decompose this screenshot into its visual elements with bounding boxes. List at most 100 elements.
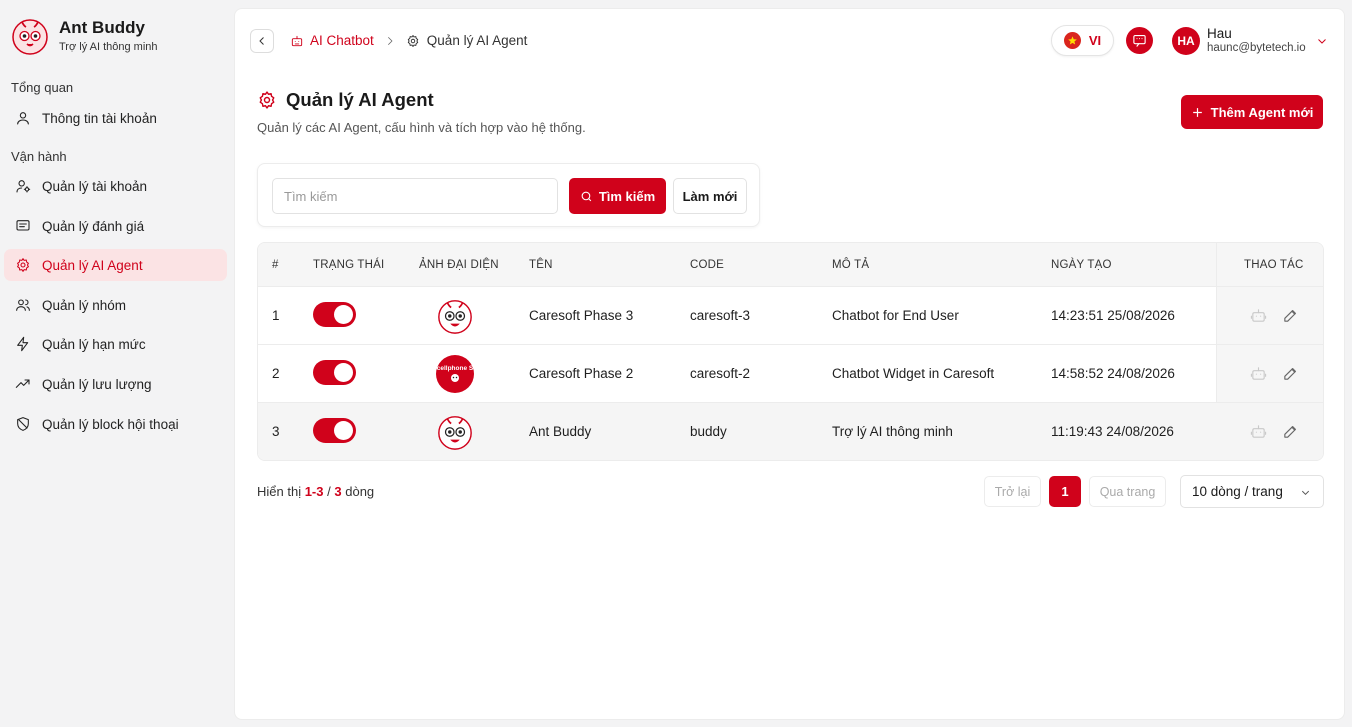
robot-icon[interactable]: [1250, 365, 1267, 385]
search-button-label: Tìm kiếm: [598, 188, 656, 204]
user-avatar[interactable]: HA: [1172, 27, 1200, 55]
sidebar-item-label: Quản lý tài khoản: [42, 178, 148, 194]
brand-subtitle: Trợ lý AI thông minh: [59, 41, 158, 53]
summary-separator: /: [327, 484, 331, 499]
table-row: 2 cellphone S Caresoft Phase 2 caresoft-…: [258, 345, 1323, 403]
row-code: caresoft-3: [690, 308, 751, 323]
gear-icon: [259, 91, 275, 109]
prev-page-button[interactable]: Trở lại: [984, 476, 1041, 507]
sidebar-item-ai-agent[interactable]: Quản lý AI Agent: [4, 249, 227, 281]
plus-icon: [1192, 107, 1202, 117]
message-square-icon: [14, 217, 32, 235]
page-title: Quản lý AI Agent: [286, 89, 434, 110]
brand-name: Ant Buddy: [59, 18, 145, 37]
add-agent-button[interactable]: Thêm Agent mới: [1181, 95, 1323, 129]
messages-button[interactable]: [1126, 27, 1153, 54]
sidebar-item-reviews[interactable]: Quản lý đánh giá: [4, 210, 227, 242]
row-description: Chatbot for End User: [832, 308, 959, 323]
status-toggle[interactable]: [313, 360, 356, 385]
cellphones-logo-text: cellphone S: [436, 365, 474, 372]
table-row: 1 Caresoft Phase 3 caresoft-3 Chatbot fo…: [258, 287, 1323, 345]
edit-icon[interactable]: [1282, 365, 1299, 385]
sidebar-item-label: Quản lý hạn mức: [42, 336, 146, 352]
user-name[interactable]: Hau: [1207, 26, 1232, 41]
col-code: CODE: [690, 259, 725, 271]
row-name: Ant Buddy: [529, 424, 592, 439]
user-email: haunc@bytetech.io: [1207, 42, 1306, 54]
row-index: 1: [272, 308, 280, 323]
sidebar-item-traffic[interactable]: Quản lý lưu lượng: [4, 368, 227, 400]
ant-mascot-avatar: [438, 416, 472, 450]
chevron-down-icon[interactable]: [1316, 35, 1328, 50]
sidebar-item-label: Quản lý nhóm: [42, 297, 127, 313]
search-button[interactable]: Tìm kiếm: [569, 178, 666, 214]
sidebar-item-quota[interactable]: Quản lý hạn mức: [4, 328, 227, 360]
col-name: TÊN: [529, 259, 553, 271]
sidebar-item-label: Quản lý block hội thoại: [42, 416, 179, 432]
ant-mascot-avatar: [438, 300, 472, 334]
summary-suffix: dòng: [345, 484, 375, 499]
row-created: 14:23:51 25/08/2026: [1051, 308, 1175, 323]
row-code: caresoft-2: [690, 366, 751, 381]
search-input[interactable]: [272, 178, 558, 214]
section-operations: Vận hành: [11, 149, 67, 164]
mascot-mini-icon: [451, 374, 459, 382]
robot-icon[interactable]: [1250, 423, 1267, 443]
sidebar-item-accounts[interactable]: Quản lý tài khoản: [4, 170, 227, 202]
row-created: 11:19:43 24/08/2026: [1051, 424, 1174, 439]
refresh-button[interactable]: Làm mới: [673, 178, 747, 214]
language-switcher[interactable]: VI: [1051, 25, 1114, 56]
col-created: NGÀY TẠO: [1051, 259, 1112, 271]
breadcrumb-ai-chatbot[interactable]: AI Chatbot: [290, 33, 374, 48]
add-agent-label: Thêm Agent mới: [1210, 104, 1314, 120]
users-icon: [14, 296, 32, 314]
sidebar-item-label: Quản lý lưu lượng: [42, 376, 152, 392]
row-created: 14:58:52 24/08/2026: [1051, 366, 1175, 381]
cellphones-logo: cellphone S: [436, 355, 474, 393]
col-status: TRẠNG THÁI: [313, 259, 385, 271]
row-name: Caresoft Phase 3: [529, 308, 634, 323]
robot-icon[interactable]: [1250, 307, 1267, 327]
chevron-left-icon: [259, 37, 264, 45]
sidebar-item-account-info[interactable]: Thông tin tài khoản: [4, 102, 227, 134]
summary-range: 1-3: [304, 484, 324, 499]
sidebar-item-label: Quản lý AI Agent: [42, 257, 143, 273]
summary-total: 3: [334, 484, 342, 499]
ant-mascot-logo: [12, 19, 48, 55]
breadcrumb-current: Quản lý AI Agent: [406, 33, 527, 48]
chevron-down-icon: [1301, 490, 1310, 495]
chat-icon: [1133, 34, 1146, 47]
status-toggle[interactable]: [313, 418, 356, 443]
col-actions: THAO TÁC: [1244, 259, 1304, 271]
sidebar: Ant Buddy Trợ lý AI thông minh Tổng quan…: [0, 0, 234, 727]
brand[interactable]: Ant Buddy Trợ lý AI thông minh: [10, 16, 158, 56]
status-toggle[interactable]: [313, 302, 356, 327]
page-1-button[interactable]: 1: [1049, 476, 1081, 507]
sidebar-item-label: Quản lý đánh giá: [42, 218, 145, 234]
row-description: Trợ lý AI thông minh: [832, 424, 953, 439]
user-settings-icon: [14, 177, 32, 195]
breadcrumb: AI Chatbot Quản lý AI Agent: [290, 33, 527, 48]
page-size-select[interactable]: 10 dòng / trang: [1180, 475, 1324, 508]
robot-icon: [291, 35, 303, 46]
col-description: MÔ TẢ: [832, 259, 870, 271]
row-name: Caresoft Phase 2: [529, 366, 634, 381]
sidebar-item-block-conversation[interactable]: Quản lý block hội thoại: [4, 408, 227, 440]
next-page-button[interactable]: Qua trang: [1089, 476, 1166, 507]
shield-off-icon: [14, 415, 32, 433]
edit-icon[interactable]: [1282, 307, 1299, 327]
sidebar-item-label: Thông tin tài khoản: [42, 110, 157, 126]
pagination-summary: Hiển thị 1-3 / 3 dòng: [257, 484, 374, 499]
chevron-right-icon: [384, 35, 396, 47]
back-button[interactable]: [250, 29, 274, 53]
gear-icon: [14, 256, 32, 274]
page-title-row: Quản lý AI Agent: [257, 89, 434, 111]
breadcrumb-parent-label: AI Chatbot: [310, 33, 374, 48]
main-panel: AI Chatbot Quản lý AI Agent VI HA Hau ha…: [234, 8, 1345, 720]
trend-up-icon: [14, 375, 32, 393]
col-index: #: [272, 259, 279, 271]
edit-icon[interactable]: [1282, 423, 1299, 443]
summary-prefix: Hiển thị: [257, 484, 302, 499]
lightning-icon: [14, 335, 32, 353]
sidebar-item-groups[interactable]: Quản lý nhóm: [4, 289, 227, 321]
